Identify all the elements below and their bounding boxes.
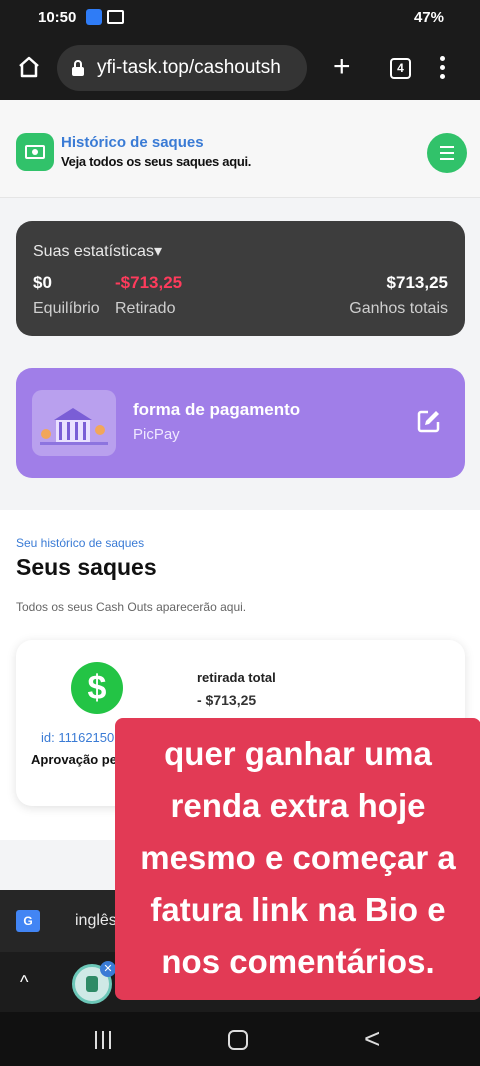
back-icon[interactable]: < (364, 1025, 380, 1053)
hamburger-icon[interactable] (427, 133, 467, 173)
withdrawn-label: Retirado (115, 300, 176, 317)
earnings-value: $713,25 (386, 273, 448, 292)
balance-label: Equilíbrio (33, 300, 100, 317)
address-bar[interactable]: yfi-task.top/cashoutsh (57, 45, 307, 91)
withdrawn-value: -$713,25 (115, 273, 183, 292)
tab-switcher-icon[interactable]: 4 (390, 58, 411, 79)
translate-language[interactable]: inglês (75, 912, 117, 930)
status-time: 10:50 (38, 9, 77, 26)
nav-home-icon[interactable] (228, 1030, 248, 1050)
dollar-icon: $ (71, 662, 123, 714)
withdrawal-amount: - $713,25 (197, 692, 257, 708)
stats-dropdown[interactable]: Suas estatísticas▾ (33, 241, 162, 261)
battery-level: 47% (413, 9, 444, 26)
browser-toolbar: yfi-task.top/cashoutsh + 4 (0, 36, 480, 100)
notification-icon (86, 9, 102, 25)
more-vert-icon[interactable] (440, 56, 446, 80)
bank-illustration (32, 390, 116, 456)
overlay-line: nos comentários. (161, 943, 435, 980)
status-bar: 10:50 47% (0, 0, 480, 36)
overlay-line: quer ganhar uma (164, 735, 432, 772)
promo-overlay: quer ganhar uma renda extra hoje mesmo e… (115, 718, 480, 1000)
earnings-label: Ganhos totais (349, 300, 448, 317)
payment-method-name: PicPay (133, 426, 180, 443)
stats-card: Suas estatísticas▾ $0 -$713,25 $713,25 E… (16, 221, 465, 336)
balance-value: $0 (33, 273, 52, 292)
chevron-up-icon[interactable]: ^ (20, 972, 28, 993)
lock-icon (71, 59, 85, 77)
google-translate-icon[interactable]: G (16, 910, 40, 932)
page-title: Histórico de saques (61, 134, 204, 151)
gallery-notification-icon (107, 10, 124, 24)
home-icon[interactable] (16, 54, 42, 80)
edit-icon[interactable] (416, 408, 442, 434)
payment-method-card[interactable]: forma de pagamento PicPay (16, 368, 465, 478)
section-description: Todos os seus Cash Outs aparecerão aqui. (16, 600, 247, 614)
section-kicker: Seu histórico de saques (16, 536, 145, 550)
money-icon (16, 133, 54, 171)
recent-apps-icon[interactable] (95, 1031, 113, 1049)
url-text: yfi-task.top/cashoutsh (97, 57, 281, 78)
overlay-line: mesmo e começar a (140, 839, 456, 876)
page-header: Histórico de saques Veja todos os seus s… (0, 100, 480, 198)
withdrawal-label: retirada total (197, 670, 276, 685)
system-nav-bar: < (0, 1012, 480, 1066)
section-title: Seus saques (16, 554, 157, 580)
plus-icon[interactable]: + (333, 52, 351, 82)
overlay-line: fatura link na Bio e (150, 891, 446, 928)
close-icon[interactable]: ✕ (100, 961, 116, 977)
payment-method-title: forma de pagamento (133, 400, 301, 419)
page-subtitle: Veja todos os seus saques aqui. (61, 154, 252, 169)
overlay-line: renda extra hoje (170, 787, 426, 824)
